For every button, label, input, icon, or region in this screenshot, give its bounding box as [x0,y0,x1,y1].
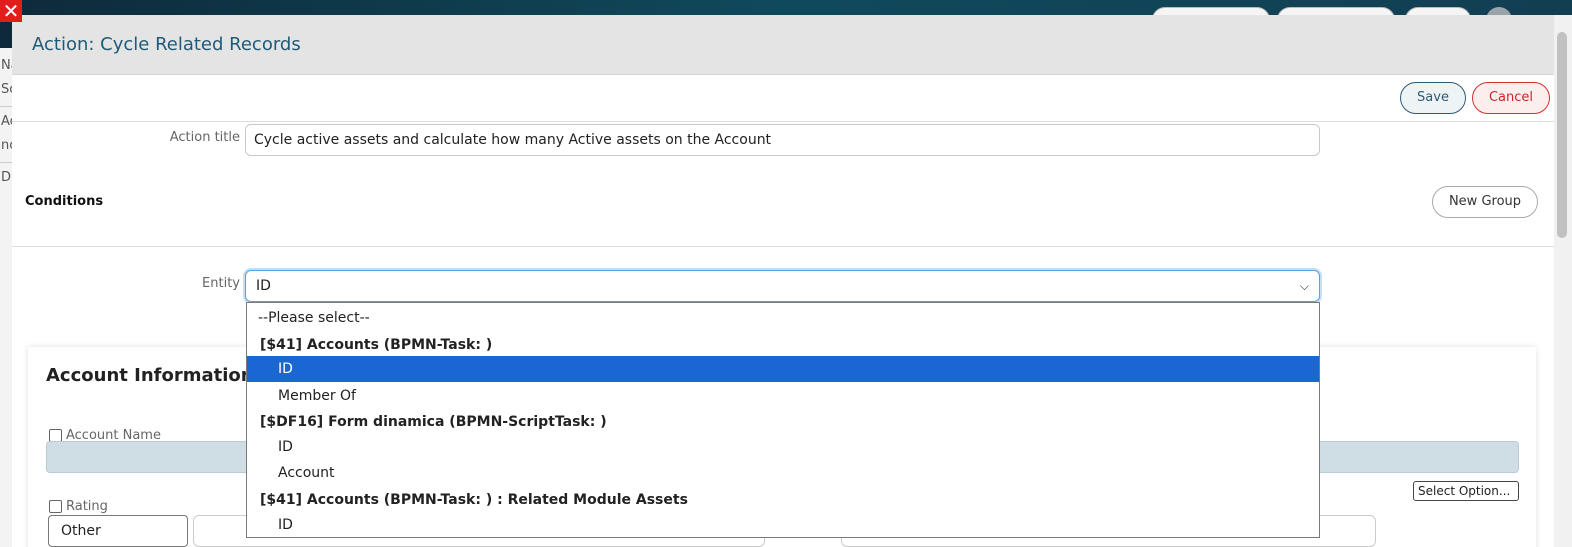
entity-label: Entity [202,276,240,291]
save-button[interactable]: Save [1400,82,1466,114]
conditions-heading: Conditions [25,194,104,209]
rating-checkbox[interactable] [49,500,62,513]
dropdown-option[interactable]: ID [247,434,1319,460]
new-group-button[interactable]: New Group [1432,186,1538,218]
action-title-label: Action title [169,130,240,145]
modal-title: Action: Cycle Related Records [32,34,301,55]
entity-dropdown-list[interactable]: --Please select-- [$41] Accounts (BPMN-Ta… [246,302,1320,538]
dropdown-optgroup-label: [$41] Accounts (BPMN-Task: ) : Related M… [260,492,688,508]
rating-label: Rating [66,499,108,514]
dropdown-option[interactable]: ID [247,512,1319,537]
scrollbar-thumb[interactable] [1557,32,1567,238]
select-option-dropdown[interactable]: Select Option... [1413,481,1519,501]
dropdown-option[interactable]: --Please select-- [247,305,1319,331]
dropdown-optgroup-label: [$41] Accounts (BPMN-Task: ) [260,337,493,353]
entity-select-value: ID [256,278,271,294]
dropdown-option[interactable]: ID [247,356,1319,382]
divider [12,246,1554,247]
divider [12,121,1554,122]
panel-title: Account Information [46,365,254,386]
chevron-down-icon: ⌵ [1299,279,1309,293]
action-title-input[interactable]: Cycle active assets and calculate how ma… [245,124,1320,156]
rating-operator-value: Other [61,523,101,539]
entity-select[interactable]: ID ⌵ [245,270,1320,302]
rating-operator-select[interactable]: Other [48,515,188,547]
cancel-button[interactable]: Cancel [1472,82,1550,114]
close-icon[interactable]: ✕ [0,0,22,22]
dropdown-optgroup-label: [$DF16] Form dinamica (BPMN-ScriptTask: … [260,414,607,430]
dropdown-option[interactable]: Account [247,460,1319,486]
dropdown-option[interactable]: Member Of [247,383,1319,409]
select-option-value: Select Option... [1418,484,1511,498]
